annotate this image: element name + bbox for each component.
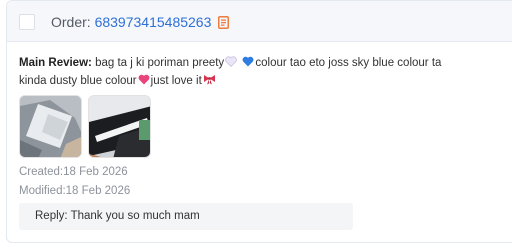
order-line: Order: 683973415485263 <box>51 13 230 33</box>
created-date: Created:18 Feb 2026 <box>19 166 128 178</box>
seller-reply: Reply: Thank you so much mam <box>19 203 353 230</box>
white-heart-icon <box>225 56 237 73</box>
order-id-link[interactable]: 683973415485263 <box>95 14 212 30</box>
review-text-part1: bag ta j ki poriman preety <box>95 57 225 69</box>
review-text-part3: just love it <box>150 75 202 87</box>
main-review-label: Main Review: <box>19 57 92 69</box>
blue-heart-icon <box>242 56 254 73</box>
order-label: Order: <box>51 14 91 30</box>
modified-date: Modified:18 Feb 2026 <box>19 185 131 197</box>
review-photo-1[interactable] <box>19 95 82 158</box>
review-photos <box>19 95 151 158</box>
select-checkbox[interactable] <box>19 14 35 30</box>
pink-heart-icon <box>138 74 150 91</box>
ribbon-bow-icon <box>203 74 216 91</box>
copy-icon[interactable] <box>218 15 230 33</box>
review-photo-2[interactable] <box>88 95 151 158</box>
main-review: Main Review: bag ta j ki poriman preety … <box>19 55 469 91</box>
card-header: Order: 683973415485263 <box>7 1 512 42</box>
review-card: Order: 683973415485263 Main Review: bag … <box>6 0 512 243</box>
